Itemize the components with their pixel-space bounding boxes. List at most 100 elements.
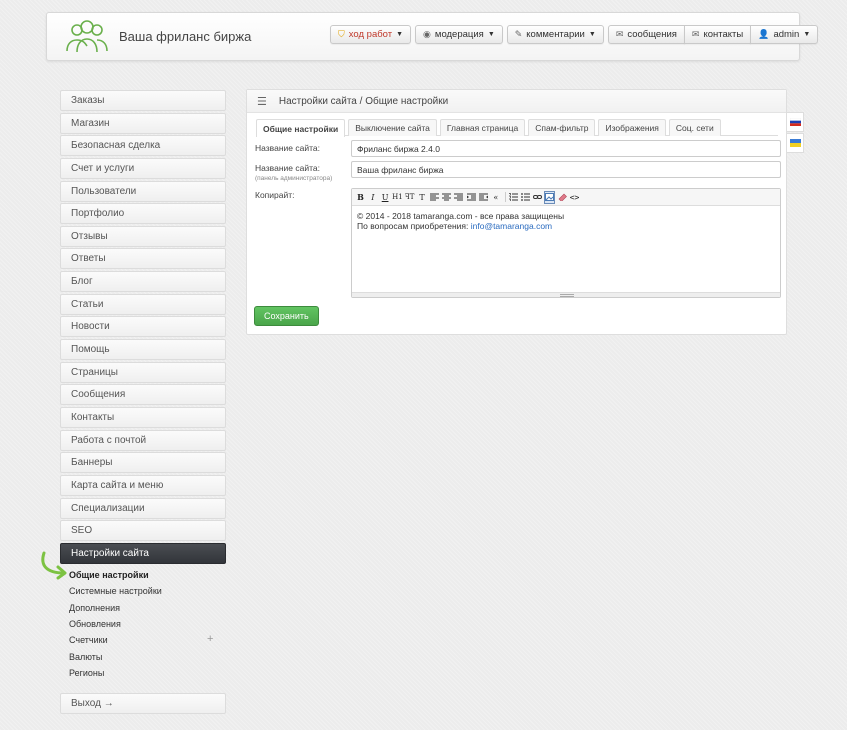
panel-header: ☰ Настройки сайта / Общие настройки — [247, 90, 786, 113]
sidebar-item-contacts[interactable]: Контакты — [60, 406, 226, 428]
sidebar-item-seo[interactable]: SEO — [60, 520, 226, 542]
envelope-icon: ✉ — [615, 29, 624, 39]
sidebar-item-safe-deal[interactable]: Безопасная сделка — [60, 135, 226, 157]
eraser-icon[interactable] — [557, 191, 568, 204]
link-icon[interactable] — [532, 191, 543, 204]
purchase-line: По вопросам приобретения: info@tamaranga… — [357, 221, 775, 231]
sidebar-item-messages[interactable]: Сообщения — [60, 384, 226, 406]
site-name-input[interactable]: Фриланс биржа 2.4.0 — [351, 140, 781, 157]
sidebar-item-banners[interactable]: Баннеры — [60, 452, 226, 474]
comments-button[interactable]: ✎ комментарии ▼ — [506, 25, 604, 44]
user-icon: 👤 — [758, 29, 770, 39]
breadcrumb: Настройки сайта / Общие настройки — [278, 95, 449, 107]
submenu-counters[interactable]: Счетчики + — [60, 632, 226, 648]
underline-icon[interactable]: U — [380, 191, 391, 204]
top-header: Ваша фриланс биржа ⛉ ход работ ▼ ◉ модер… — [46, 12, 819, 61]
sidebar-item-specializations[interactable]: Специализации — [60, 497, 226, 519]
bold-icon[interactable]: B — [355, 191, 366, 204]
align-right-icon[interactable] — [453, 191, 464, 204]
plus-icon[interactable]: + — [207, 633, 213, 645]
tab-general-settings[interactable]: Общие настройки — [256, 119, 346, 137]
submenu-addons[interactable]: Дополнения — [60, 600, 226, 616]
work-progress-label: ход работ — [348, 29, 393, 40]
tab-site-off[interactable]: Выключение сайта — [348, 119, 437, 136]
sidebar-item-shop[interactable]: Магазин — [60, 112, 226, 134]
submenu-general-settings[interactable]: Общие настройки — [60, 567, 226, 583]
quote-icon[interactable]: « — [490, 191, 501, 204]
grip-icon — [560, 294, 574, 295]
sidebar-item-articles[interactable]: Статьи — [60, 293, 226, 315]
save-button[interactable]: Сохранить — [254, 306, 319, 326]
admin-name-label: Название сайта: — [255, 163, 320, 173]
align-left-icon[interactable] — [429, 191, 440, 204]
editor-resize-handle[interactable] — [352, 292, 780, 297]
top-nav: ⛉ ход работ ▼ ◉ модерация ▼ ✎ комментари… — [330, 25, 819, 44]
site-title[interactable]: Ваша фриланс биржа — [119, 29, 251, 44]
copyright-label: Копирайт: — [255, 190, 295, 200]
outdent-icon[interactable] — [466, 191, 477, 204]
sidebar-item-reviews[interactable]: Отзывы — [60, 225, 226, 247]
caret-down-icon: ▼ — [803, 31, 811, 38]
submenu-system-settings[interactable]: Системные настройки — [60, 583, 226, 599]
sidebar-item-site-settings[interactable]: Настройки сайта — [60, 542, 226, 564]
submenu-updates[interactable]: Обновления — [60, 616, 226, 632]
font-size-icon[interactable]: ꟻT — [404, 191, 415, 204]
contacts-button[interactable]: ✉ контакты — [683, 25, 752, 44]
caret-down-icon: ▼ — [396, 31, 404, 38]
submenu-regions[interactable]: Регионы — [60, 665, 226, 681]
admin-name-row: Название сайта: (панель администратора) — [255, 163, 332, 182]
code-icon[interactable]: <> — [569, 191, 580, 204]
sidebar-item-sitemap[interactable]: Карта сайта и меню — [60, 474, 226, 496]
email-link[interactable]: info@tamaranga.com — [471, 221, 552, 231]
font-color-icon[interactable]: T — [416, 191, 427, 204]
settings-tabs: Общие настройки Выключение сайта Главная… — [256, 119, 778, 137]
submenu-currencies[interactable]: Валюты — [60, 648, 226, 664]
sidebar-item-pages[interactable]: Страницы — [60, 361, 226, 383]
lang-ua[interactable] — [787, 133, 804, 153]
sidebar-item-mail[interactable]: Работа с почтой — [60, 429, 226, 451]
sidebar-item-blog[interactable]: Блог — [60, 271, 226, 293]
tab-social[interactable]: Соц. сети — [668, 119, 721, 136]
heading-icon[interactable]: H1 — [392, 191, 403, 204]
logo-icon[interactable] — [63, 19, 111, 55]
tab-images[interactable]: Изображения — [598, 119, 666, 136]
ordered-list-icon[interactable] — [508, 191, 519, 204]
admin-name-input[interactable]: Ваша фриланс биржа — [351, 161, 781, 178]
hamburger-icon[interactable]: ☰ — [257, 95, 267, 108]
messages-label: сообщения — [627, 29, 677, 40]
align-center-icon[interactable] — [441, 191, 452, 204]
editor-content[interactable]: © 2014 - 2018 tamaranga.com - все права … — [352, 206, 780, 236]
caret-down-icon: ▼ — [588, 31, 596, 38]
lang-ru[interactable] — [787, 112, 804, 132]
sidebar-item-help[interactable]: Помощь — [60, 339, 226, 361]
sidebar-item-orders[interactable]: Заказы — [60, 90, 226, 111]
moderation-button[interactable]: ◉ модерация ▼ — [415, 25, 503, 44]
sidebar-item-billing[interactable]: Счет и услуги — [60, 157, 226, 179]
user-menu-button[interactable]: 👤 admin ▼ — [750, 25, 819, 44]
tab-spam-filter[interactable]: Спам-фильтр — [528, 119, 596, 136]
image-icon[interactable] — [544, 190, 556, 204]
user-nav-group: ✉ сообщения ✉ контакты 👤 admin ▼ — [607, 25, 819, 44]
logout-button[interactable]: Выход → — [60, 693, 226, 714]
italic-icon[interactable]: I — [367, 191, 378, 204]
unordered-list-icon[interactable] — [520, 191, 531, 204]
copyright-editor: B I U H1 ꟻT T « <> © 2014 - 2018 tamaran… — [351, 188, 781, 298]
sidebar: Заказы Магазин Безопасная сделка Счет и … — [60, 90, 226, 565]
shield-icon: ⛉ — [338, 29, 345, 39]
indent-icon[interactable] — [478, 191, 489, 204]
eye-icon: ◉ — [423, 29, 431, 39]
sidebar-item-answers[interactable]: Ответы — [60, 248, 226, 270]
messages-button[interactable]: ✉ сообщения — [607, 25, 685, 44]
sidebar-item-news[interactable]: Новости — [60, 316, 226, 338]
contacts-label: контакты — [703, 29, 744, 40]
work-progress-button[interactable]: ⛉ ход работ ▼ — [330, 25, 412, 44]
editor-toolbar: B I U H1 ꟻT T « <> — [352, 189, 780, 206]
tab-home-page[interactable]: Главная страница — [439, 119, 526, 136]
sidebar-item-users[interactable]: Пользователи — [60, 180, 226, 202]
copyright-row: Копирайт: — [255, 190, 295, 200]
ru-flag-icon — [789, 118, 801, 126]
sidebar-item-portfolio[interactable]: Портфолио — [60, 203, 226, 225]
user-label: admin — [773, 29, 800, 40]
comments-label: комментарии — [526, 29, 585, 40]
pencil-icon: ✎ — [514, 29, 523, 39]
